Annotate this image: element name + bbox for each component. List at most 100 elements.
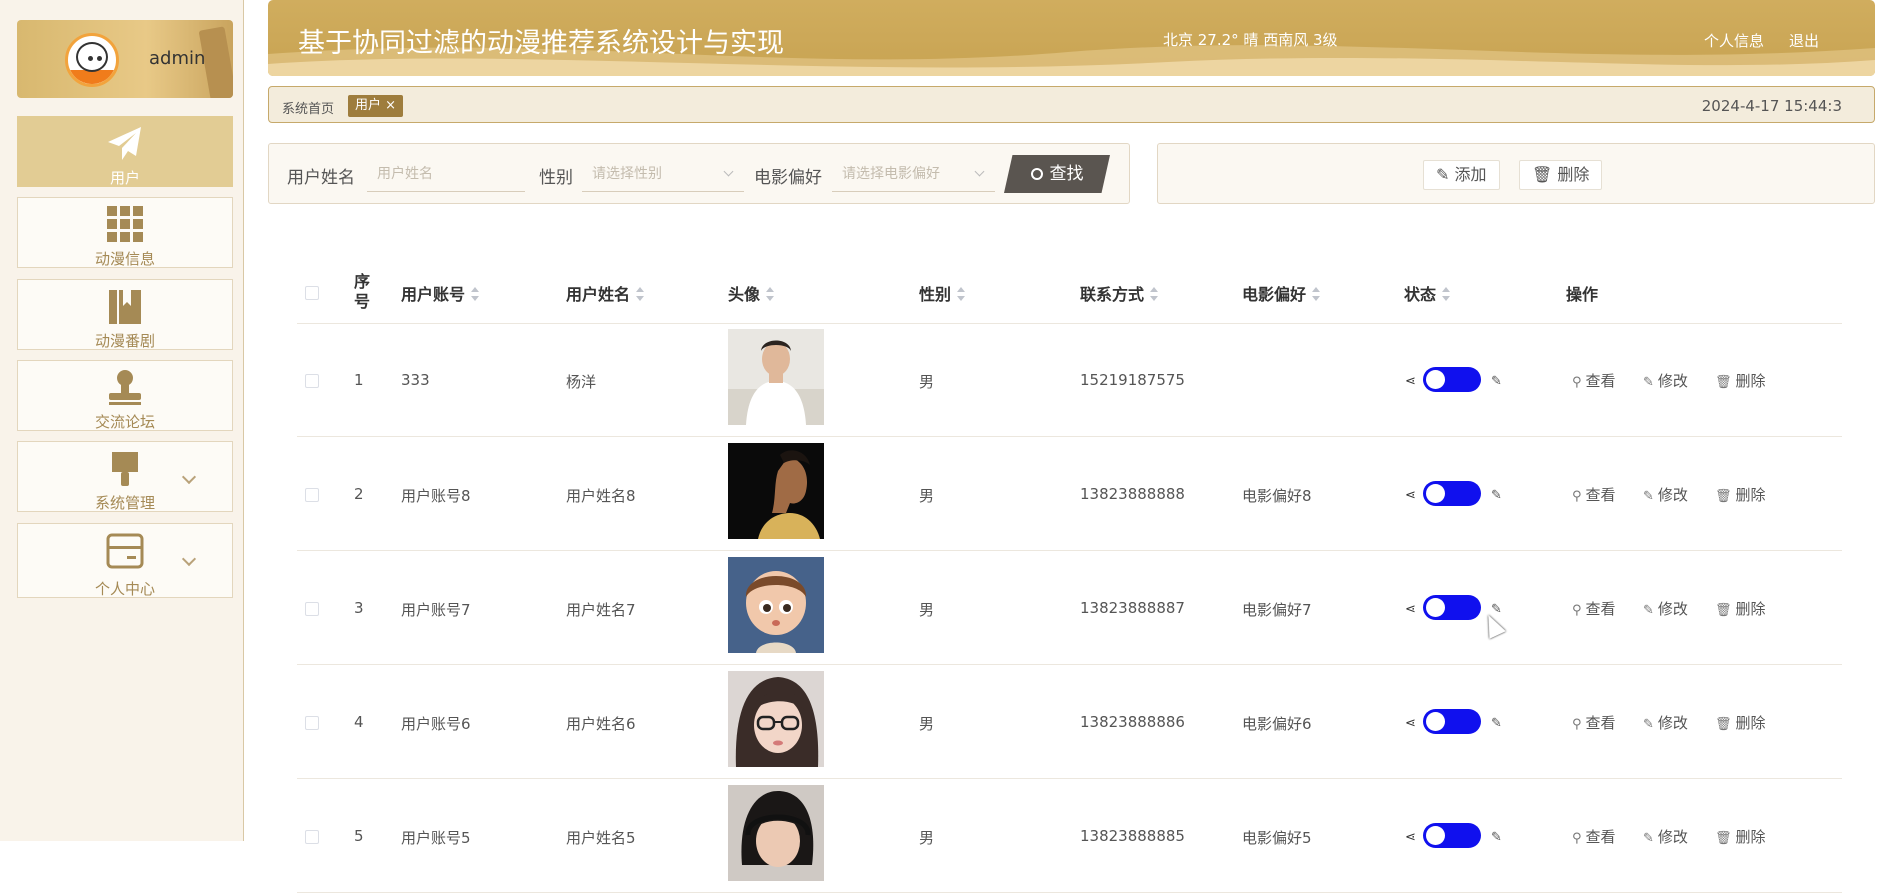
preference-select[interactable]: 请选择电影偏好 [832, 156, 995, 192]
table-row: 4 用户账号6 用户姓名6 男 13823888886 电影偏好6 ⋖ ✎ ⚲ 查… [297, 666, 1842, 779]
sort-icon[interactable] [957, 287, 966, 301]
view-label: 查看 [1585, 600, 1616, 618]
delete-row-button[interactable]: 🗑 删除 [1715, 484, 1766, 505]
edit-icon: ✎ [1643, 831, 1654, 846]
delete-button[interactable]: 🗑 删除 [1519, 160, 1603, 190]
delete-row-button[interactable]: 🗑 删除 [1715, 370, 1766, 391]
sort-icon[interactable] [766, 287, 775, 301]
avatar-photo[interactable] [728, 329, 824, 425]
delete-row-button[interactable]: 🗑 删除 [1715, 598, 1766, 619]
sort-icon[interactable] [1312, 287, 1321, 301]
name-label: 用户姓名 [287, 168, 355, 188]
tab-users[interactable]: 用户 × [348, 95, 404, 117]
column-header-gender[interactable]: 性别 [919, 281, 966, 305]
sort-icon[interactable] [636, 287, 645, 301]
view-button[interactable]: ⚲ 查看 [1572, 484, 1616, 505]
avatar-photo[interactable] [728, 671, 824, 767]
column-header-account[interactable]: 用户账号 [401, 281, 480, 305]
share-icon[interactable]: ⋖ [1405, 716, 1416, 731]
sidebar-item-anime-info[interactable]: 动漫信息 [17, 197, 233, 268]
edit-button[interactable]: ✎ 修改 [1643, 598, 1688, 619]
status-toggle[interactable] [1423, 823, 1481, 848]
cell-index: 5 [354, 827, 364, 845]
cell-preference: 电影偏好5 [1242, 829, 1312, 847]
edit-label: 修改 [1657, 372, 1688, 390]
search-icon: ⚲ [1572, 831, 1582, 846]
view-button[interactable]: ⚲ 查看 [1572, 712, 1616, 733]
status-toggle[interactable] [1423, 481, 1481, 506]
status-toggle[interactable] [1423, 709, 1481, 734]
cell-account: 用户账号7 [401, 601, 471, 619]
avatar[interactable] [65, 33, 119, 87]
share-icon[interactable]: ⋖ [1405, 488, 1416, 503]
status-toggle[interactable] [1423, 595, 1481, 620]
book-icon [109, 290, 141, 324]
row-checkbox[interactable] [305, 716, 319, 730]
edit-button[interactable]: ✎ 修改 [1643, 484, 1688, 505]
edit-icon[interactable]: ✎ [1491, 716, 1502, 731]
stamp-icon [109, 370, 141, 405]
sidebar-item-forum[interactable]: 交流论坛 [17, 360, 233, 431]
avatar-photo[interactable] [728, 557, 824, 653]
trash-icon: 🗑 [1715, 831, 1732, 846]
column-header-phone[interactable]: 联系方式 [1080, 281, 1159, 305]
cell-phone: 13823888887 [1080, 599, 1185, 617]
grid-icon [107, 206, 143, 242]
search-button[interactable]: 查找 [1004, 155, 1110, 193]
cell-gender: 男 [919, 715, 935, 733]
search-icon [1030, 168, 1043, 180]
view-label: 查看 [1585, 714, 1616, 732]
sidebar-item-system[interactable]: 系统管理 [17, 441, 233, 512]
cell-gender: 男 [919, 829, 935, 847]
add-button[interactable]: ✎ 添加 [1423, 160, 1500, 190]
top-header: 基于协同过滤的动漫推荐系统设计与实现 北京 27.2° 晴 西南风 3级 个人信… [268, 0, 1875, 76]
chevron-down-icon [723, 166, 734, 177]
avatar-photo[interactable] [728, 443, 824, 539]
edit-button[interactable]: ✎ 修改 [1643, 826, 1688, 847]
row-checkbox[interactable] [305, 830, 319, 844]
chevron-down-icon[interactable] [181, 551, 197, 567]
share-icon[interactable]: ⋖ [1405, 602, 1416, 617]
share-icon[interactable]: ⋖ [1405, 374, 1416, 389]
sort-icon[interactable] [1150, 287, 1159, 301]
status-toggle[interactable] [1423, 367, 1481, 392]
view-label: 查看 [1585, 372, 1616, 390]
sidebar-item-anime-series[interactable]: 动漫番剧 [17, 279, 233, 350]
trash-icon: 🗑 [1715, 375, 1732, 390]
column-header-name[interactable]: 用户姓名 [566, 281, 645, 305]
row-checkbox[interactable] [305, 374, 319, 388]
column-header-status[interactable]: 状态 [1404, 281, 1451, 305]
delete-row-button[interactable]: 🗑 删除 [1715, 712, 1766, 733]
edit-icon[interactable]: ✎ [1491, 830, 1502, 845]
edit-button[interactable]: ✎ 修改 [1643, 370, 1688, 391]
name-search-input[interactable] [367, 156, 525, 192]
table-row: 3 用户账号7 用户姓名7 男 13823888887 电影偏好7 ⋖ ✎ ⚲ 查… [297, 552, 1842, 665]
avatar-photo[interactable] [728, 785, 824, 881]
select-all-checkbox[interactable] [305, 286, 319, 300]
edit-button[interactable]: ✎ 修改 [1643, 712, 1688, 733]
gender-select[interactable]: 请选择性别 [582, 156, 744, 192]
edit-icon: ✎ [1643, 717, 1654, 732]
chevron-down-icon[interactable] [181, 469, 197, 485]
sidebar-item-users[interactable]: 用户 [17, 116, 233, 187]
view-button[interactable]: ⚲ 查看 [1572, 598, 1616, 619]
cell-name: 用户姓名8 [566, 487, 636, 505]
column-header-avatar[interactable]: 头像 [728, 281, 775, 305]
edit-icon[interactable]: ✎ [1491, 374, 1502, 389]
column-header-preference[interactable]: 电影偏好 [1242, 281, 1321, 305]
profile-link[interactable]: 个人信息 [1704, 30, 1764, 51]
breadcrumb-home[interactable]: 系统首页 [282, 98, 334, 117]
delete-row-button[interactable]: 🗑 删除 [1715, 826, 1766, 847]
sort-icon[interactable] [1442, 287, 1451, 301]
row-checkbox[interactable] [305, 488, 319, 502]
sort-icon[interactable] [471, 287, 480, 301]
logout-link[interactable]: 退出 [1789, 30, 1819, 51]
cell-gender: 男 [919, 373, 935, 391]
edit-icon[interactable]: ✎ [1491, 488, 1502, 503]
cell-gender: 男 [919, 487, 935, 505]
view-button[interactable]: ⚲ 查看 [1572, 370, 1616, 391]
sidebar-item-personal[interactable]: 个人中心 [17, 523, 233, 598]
row-checkbox[interactable] [305, 602, 319, 616]
view-button[interactable]: ⚲ 查看 [1572, 826, 1616, 847]
share-icon[interactable]: ⋖ [1405, 830, 1416, 845]
